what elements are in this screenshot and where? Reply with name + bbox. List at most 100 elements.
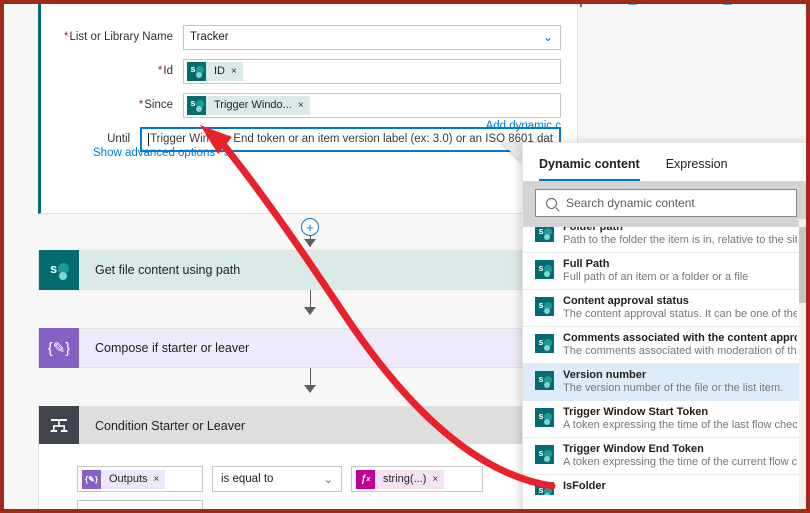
search-dynamic-content-input[interactable]: Search dynamic content — [535, 189, 797, 217]
list-item-name: Comments associated with the content app… — [563, 332, 797, 344]
scrollbar-thumb[interactable] — [799, 227, 806, 303]
chevron-down-icon: ⌄ — [542, 30, 553, 44]
list-item-name: Content approval status — [563, 295, 689, 307]
list-item[interactable]: s Content approval status The content ap… — [523, 290, 806, 327]
token-since[interactable]: s Trigger Windo... × — [187, 95, 310, 115]
condition-expression-row: {✎} Outputs × is equal to ⌄ ƒx string(..… — [77, 466, 483, 492]
flow-step-compose-if-starter-or-leaver[interactable]: {✎} Compose if starter or leaver — [38, 328, 542, 368]
flow-step-title: Compose if starter or leaver — [95, 341, 250, 355]
until-input-placeholder: Trigger Window End token or an item vers… — [150, 133, 553, 145]
flow-designer-surface: *List or Library Name Tracker ⌄ *Id s ID… — [4, 4, 580, 509]
list-item-name: Full Path — [563, 258, 610, 270]
toolbar-flow-checker-button[interactable]: ☐ Flow checker — [628, 4, 707, 8]
flow-step-title: Get file content using path — [95, 263, 241, 277]
sharepoint-icon: s — [535, 227, 554, 242]
flyout-tablist: Dynamic content Expression — [523, 143, 806, 181]
token-string-function[interactable]: ƒx string(...) × — [356, 469, 445, 489]
search-placeholder: Search dynamic content — [566, 196, 695, 210]
chevron-down-icon: ⌄ — [222, 147, 231, 159]
list-item-name: Folder path — [563, 227, 623, 233]
token-remove-icon[interactable]: × — [296, 100, 310, 111]
flow-arrow-icon — [304, 385, 316, 393]
list-item-name: Trigger Window Start Token — [563, 406, 709, 418]
toolbar-test-button[interactable]: ☐ Test — [722, 4, 756, 8]
condition-operator-dropdown[interactable]: is equal to ⌄ — [212, 466, 342, 492]
list-item[interactable]: s Comments associated with the content a… — [523, 327, 806, 364]
list-item-description: The comments associated with moderation … — [563, 345, 797, 357]
list-item[interactable]: s Full Path Full path of an item or a fo… — [523, 253, 806, 290]
search-icon — [546, 197, 557, 209]
token-remove-icon[interactable]: × — [430, 474, 444, 485]
annotated-screenshot-frame: 💾 Save ☐ Flow checker ☐ Test *List or Li… — [0, 0, 810, 513]
token-id-label: ID — [214, 65, 225, 77]
list-item[interactable]: s Version number The version number of t… — [523, 364, 806, 401]
list-item[interactable]: s Folder path Path to the folder the ite… — [523, 227, 806, 253]
dynamic-content-list[interactable]: s Folder path Path to the folder the ite… — [523, 227, 806, 495]
sharepoint-icon: s — [39, 250, 79, 290]
list-item-description: The content approval status. It can be o… — [563, 308, 797, 320]
sharepoint-icon: s — [535, 334, 554, 353]
token-remove-icon[interactable]: × — [152, 474, 166, 485]
chevron-down-icon: ⌄ — [323, 473, 333, 486]
field-label-since: *Since — [138, 99, 173, 111]
token-remove-icon[interactable]: × — [229, 66, 243, 77]
test-icon: ☐ — [722, 4, 732, 8]
field-row-list-or-library-name: *List or Library Name Tracker ⌄ — [41, 20, 577, 54]
condition-add-row-input[interactable] — [77, 500, 203, 509]
flow-arrow-icon — [304, 307, 316, 315]
show-advanced-options-toggle[interactable]: Show advanced options ⌄ — [93, 147, 231, 159]
required-asterisk: * — [63, 31, 69, 43]
flow-arrow-icon — [304, 239, 316, 247]
id-input[interactable]: s ID × — [183, 58, 561, 84]
function-icon: ƒx — [356, 469, 375, 489]
condition-body: {✎} Outputs × is equal to ⌄ ƒx string(..… — [38, 444, 542, 509]
flyout-corner-fold — [501, 142, 522, 163]
condition-icon — [39, 406, 79, 446]
designer-toolbar: 💾 Save ☐ Flow checker ☐ Test — [569, 4, 806, 10]
since-input[interactable]: s Trigger Windo... × — [183, 92, 561, 118]
sharepoint-icon: s — [535, 371, 554, 390]
sharepoint-icon: s — [187, 61, 206, 81]
condition-left-operand[interactable]: {✎} Outputs × — [77, 466, 203, 492]
action-parameters-card: *List or Library Name Tracker ⌄ *Id s ID… — [38, 4, 578, 214]
power-automate-designer: 💾 Save ☐ Flow checker ☐ Test *List or Li… — [4, 4, 806, 509]
token-string-function-label: string(...) — [383, 473, 427, 485]
condition-operator-value: is equal to — [221, 473, 274, 485]
dynamic-content-flyout: Dynamic content Expression Search dynami… — [522, 142, 806, 509]
list-item-name: IsFolder — [563, 480, 606, 492]
token-since-label: Trigger Windo... — [214, 99, 292, 111]
insert-step-button[interactable]: + — [301, 218, 319, 236]
dynamic-content-scrollbar[interactable] — [799, 219, 806, 509]
flyout-search-area: Search dynamic content — [523, 181, 806, 227]
sharepoint-icon: s — [535, 445, 554, 464]
token-outputs[interactable]: {✎} Outputs × — [82, 469, 166, 489]
sharepoint-icon: s — [535, 297, 554, 316]
flow-step-title: Condition Starter or Leaver — [95, 419, 246, 433]
tab-dynamic-content[interactable]: Dynamic content — [539, 157, 640, 181]
sharepoint-icon: s — [187, 95, 206, 115]
text-caret — [148, 132, 150, 146]
token-id[interactable]: s ID × — [187, 61, 243, 81]
list-item-name: Version number — [563, 369, 647, 381]
list-item[interactable]: s IsFolder — [523, 475, 806, 495]
compose-icon: {✎} — [39, 328, 79, 368]
list-item-description: A token expressing the time of the curre… — [563, 456, 797, 468]
flow-step-get-file-content-using-path[interactable]: s Get file content using path — [38, 250, 542, 290]
flow-checker-icon: ☐ — [628, 4, 638, 8]
token-outputs-label: Outputs — [109, 473, 148, 485]
list-or-library-name-dropdown[interactable]: Tracker ⌄ — [183, 24, 561, 50]
toolbar-flow-checker-label: Flow checker — [642, 4, 707, 7]
sharepoint-icon: s — [535, 482, 554, 495]
flow-step-condition-starter-or-leaver[interactable]: Condition Starter or Leaver — [38, 406, 542, 446]
field-label-id: *Id — [157, 65, 173, 77]
field-row-since: *Since s Trigger Windo... × — [41, 88, 577, 122]
show-advanced-options-label: Show advanced options — [93, 147, 216, 159]
add-dynamic-content-link[interactable]: Add dynamic c — [486, 120, 561, 132]
field-label-until: Until — [107, 133, 131, 145]
field-row-id: *Id s ID × — [41, 54, 577, 88]
list-item[interactable]: s Trigger Window Start Token A token exp… — [523, 401, 806, 438]
sharepoint-icon: s — [535, 408, 554, 427]
tab-expression[interactable]: Expression — [666, 157, 728, 181]
list-item-trigger-window-end-token[interactable]: s Trigger Window End Token A token expre… — [523, 438, 806, 475]
condition-right-operand[interactable]: ƒx string(...) × — [351, 466, 483, 492]
